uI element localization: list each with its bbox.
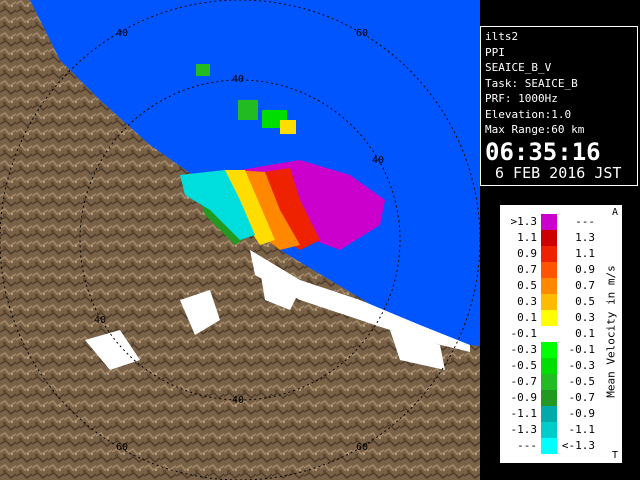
legend-low-value: 0.5 [517,279,537,292]
velocity-legend: >1.3 --- 1.1 1.3 0.9 1.1 0.7 0.9 0.5 0.7 0.3 0.5 0.1… [500,205,622,463]
elevation-value: Elevation:1.0 [485,107,572,121]
legend-low-value: 0.9 [517,247,537,260]
legend-low-value: -0.5 [510,359,538,372]
legend-low-value: 0.7 [517,263,537,276]
legend-swatch [541,230,557,246]
legend-swatch [541,374,557,390]
range-label: 60 [356,28,368,39]
legend-high-value: -0.9 [568,407,596,420]
legend-low-value: --- [517,439,537,452]
legend-high-value: 0.9 [575,263,595,276]
legend-high-value: 0.7 [575,279,595,292]
legend-swatch [541,326,557,342]
legend-bottom-mark: T [611,450,618,461]
legend-low-value: -0.9 [510,391,538,404]
legend-high-value: -1.1 [568,423,596,436]
max-range-value: Max Range:60 km [485,123,585,136]
legend-high-value: 1.3 [575,231,595,244]
legend-swatch [541,214,557,230]
legend-high-value: 1.1 [575,247,595,260]
legend-low-value: 0.1 [517,311,537,324]
range-label: 40 [372,155,384,166]
legend-title: Mean Velocity in m/s [604,265,618,398]
radar-ppi-map[interactable]: 40 60 40 40 40 60 40 60 [0,0,480,480]
scan-date: 6 FEB 2016 JST [495,163,622,182]
legend-swatch [541,294,557,310]
legend-high-value: -0.7 [568,391,596,404]
range-label: 40 [232,395,244,406]
legend-swatch [541,390,557,406]
legend-low-value: 0.3 [517,295,537,308]
legend-high-value: 0.5 [575,295,595,308]
legend-high-value: 0.1 [575,327,595,340]
legend-high-value: 0.3 [575,311,595,324]
legend-swatch [541,342,557,358]
task-name: Task: SEAICE_B [485,76,578,90]
legend-swatch [541,406,557,422]
map-canvas: 40 60 40 40 40 60 40 60 [0,0,480,480]
legend-low-value: -1.3 [510,423,538,436]
legend-swatch [541,310,557,326]
range-label: 60 [356,442,368,453]
legend-high-value: --- [575,215,595,228]
range-label: 40 [94,315,106,326]
legend-low-value: -0.7 [510,375,538,388]
legend-high-value: -0.1 [568,343,596,356]
info-panel: ilts2 PPI SEAICE_B_V Task: SEAICE_B PRF:… [480,26,638,186]
legend-swatch [541,422,557,438]
product-name: SEAICE_B_V [485,61,552,74]
site-name: ilts2 [485,30,519,43]
legend-swatch [541,438,557,454]
legend-high-value: -0.3 [568,359,596,372]
range-label: 60 [116,442,128,453]
scan-mode: PPI [485,45,505,59]
legend-top-mark: A [611,207,618,218]
range-label: 40 [232,74,244,85]
legend-swatch [541,278,557,294]
legend-swatch [541,246,557,262]
legend-swatch [541,358,557,374]
prf-value: PRF: 1000Hz [485,92,558,105]
range-label: 40 [116,28,128,39]
legend-high-value: <-1.3 [561,439,595,452]
legend-low-value: -0.1 [510,327,538,340]
legend-low-value: >1.3 [510,215,538,228]
legend-low-value: 1.1 [517,231,537,244]
legend-swatch [541,262,557,278]
scan-time: 06:35:16 [485,137,601,166]
legend-high-value: -0.5 [568,375,596,388]
legend-low-value: -1.1 [510,407,538,420]
legend-low-value: -0.3 [510,343,538,356]
